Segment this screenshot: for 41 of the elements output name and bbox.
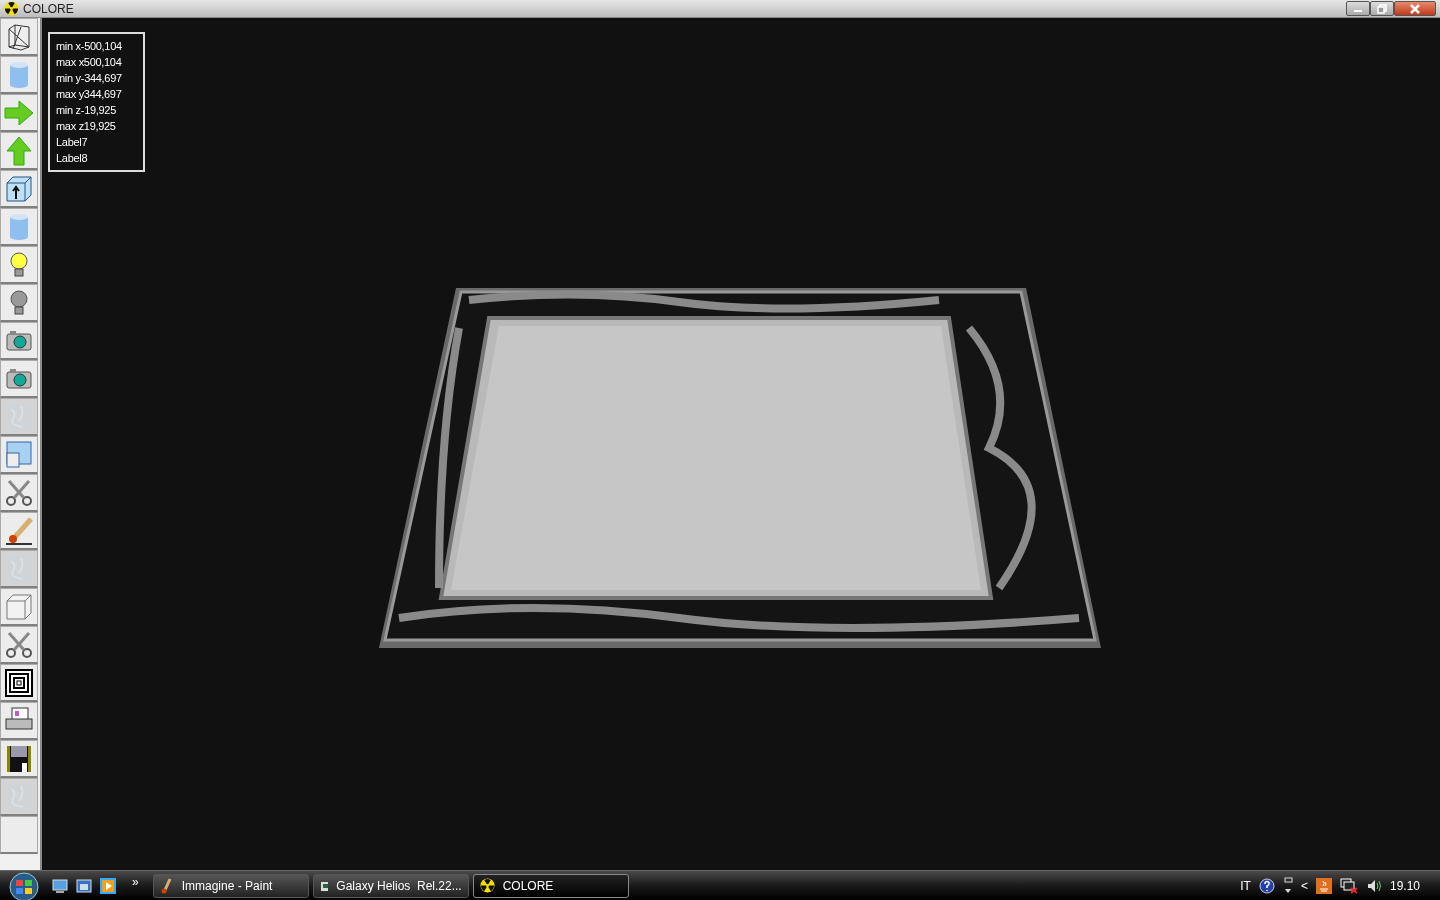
info-line: min z-19,925 xyxy=(56,103,117,118)
clock[interactable]: 19.10 xyxy=(1389,876,1420,895)
info-line: max x500,104 xyxy=(56,55,123,70)
close-button[interactable] xyxy=(1394,1,1436,16)
toolbar-button[interactable] xyxy=(0,512,38,550)
info-line: Label7 xyxy=(56,135,89,150)
info-line: min y-344,697 xyxy=(56,71,123,86)
network-error-icon[interactable] xyxy=(1339,877,1358,894)
paint-icon xyxy=(159,877,174,894)
desktop-icon[interactable] xyxy=(52,878,68,893)
taskbar-button[interactable]: COLORE xyxy=(472,873,629,898)
taskbar-button[interactable]: Galaxy Helios Rel.22... xyxy=(312,873,469,898)
radiation-icon xyxy=(4,1,19,16)
toolbar-button[interactable] xyxy=(0,664,38,702)
info-line: max y344,697 xyxy=(56,87,123,102)
windows-icon[interactable] xyxy=(76,878,92,893)
up-arrow-icon xyxy=(3,134,35,167)
help-icon[interactable] xyxy=(1258,877,1275,894)
more-chevron[interactable]: » xyxy=(132,872,139,891)
language-indicator[interactable]: IT xyxy=(1240,876,1251,895)
window-switch-icon[interactable] xyxy=(1282,876,1293,895)
concentric-squares-icon xyxy=(3,666,35,699)
close-icon xyxy=(1409,3,1421,14)
window-title: COLORE xyxy=(23,0,74,18)
radiation-icon xyxy=(479,878,495,893)
taskbar-button[interactable]: Immagine - Paint xyxy=(152,873,309,898)
info-line: Label8 xyxy=(56,151,89,166)
toolbar-button[interactable] xyxy=(0,626,38,664)
toolbar-button[interactable] xyxy=(0,18,38,56)
toolbar-button[interactable] xyxy=(0,740,38,778)
toolbar-button[interactable] xyxy=(0,170,38,208)
java-icon[interactable] xyxy=(1315,877,1332,894)
restore-icon xyxy=(1377,3,1387,14)
windows-icon xyxy=(3,438,35,471)
info-line: min x-500,104 xyxy=(56,39,123,54)
info-line: max z19,925 xyxy=(56,119,117,134)
media-player-icon[interactable] xyxy=(100,877,116,894)
minimize-button[interactable] xyxy=(1346,1,1370,16)
toolbar-button[interactable] xyxy=(0,474,38,512)
restore-button[interactable] xyxy=(1370,1,1394,16)
show-hidden-icons-chevron[interactable]: < xyxy=(1300,876,1308,895)
